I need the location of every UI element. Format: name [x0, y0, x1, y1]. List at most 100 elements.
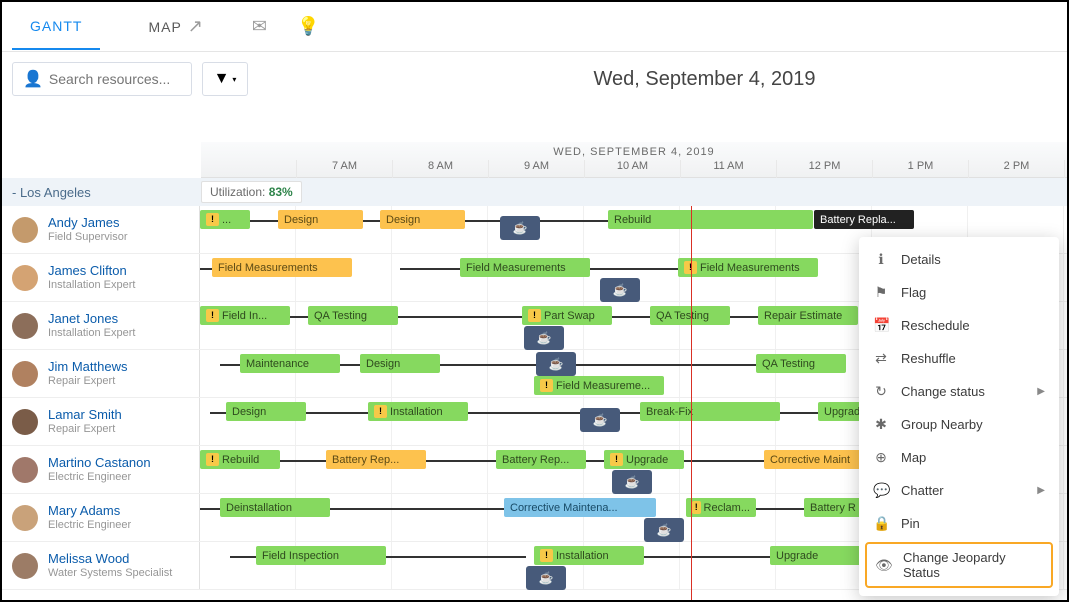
coffee-icon: ☕	[537, 331, 552, 345]
ctx-item-change-status[interactable]: ↻ Change status ▶	[859, 375, 1059, 408]
ctx-item-flag[interactable]: ⚑ Flag	[859, 276, 1059, 309]
search-input[interactable]	[49, 71, 181, 87]
territory-row[interactable]: - Los Angeles Utilization: 83%	[2, 178, 1067, 206]
appointment[interactable]: !Upgrade	[604, 450, 684, 469]
ctx-item-change-jeopardy-status[interactable]: 👁 Change Jeopardy Status	[865, 542, 1053, 588]
appointment[interactable]: Field Inspection	[256, 546, 386, 565]
resource-info[interactable]: Mary Adams Electric Engineer	[2, 494, 200, 541]
resource-name: Martino Castanon	[48, 456, 151, 471]
avatar	[12, 409, 38, 435]
appointment[interactable]: !Field Measurements	[678, 258, 818, 277]
coffee-icon: ☕	[539, 571, 554, 585]
warning-icon: !	[528, 309, 541, 322]
resource-role: Water Systems Specialist	[48, 567, 172, 580]
tab-gantt[interactable]: GANTT	[12, 4, 100, 50]
coffee-icon: ☕	[593, 413, 608, 427]
appointment[interactable]: Battery Rep...	[496, 450, 586, 469]
grid-line	[1064, 398, 1067, 445]
appointment[interactable]: !Field In...	[200, 306, 290, 325]
appointment[interactable]: !...	[200, 210, 250, 229]
resource-info[interactable]: Melissa Wood Water Systems Specialist	[2, 542, 200, 589]
appointment[interactable]: Field Measurements	[212, 258, 352, 277]
travel-line	[340, 364, 360, 366]
break-block[interactable]: ☕	[612, 470, 652, 494]
ctx-item-pin[interactable]: 🔒 Pin	[859, 507, 1059, 540]
resource-text: Andy James Field Supervisor	[48, 216, 127, 244]
appointment-label: Field Inspection	[262, 550, 339, 562]
hour-cell: 3 PM	[1065, 160, 1067, 178]
appointment[interactable]: QA Testing	[308, 306, 398, 325]
ctx-label: Group Nearby	[901, 417, 983, 432]
appointment[interactable]: Rebuild	[608, 210, 813, 229]
appointment[interactable]: !Part Swap	[522, 306, 612, 325]
grid-line	[488, 398, 584, 445]
break-block[interactable]: ☕	[500, 216, 540, 240]
appointment[interactable]: Deinstallation	[220, 498, 330, 517]
appointment[interactable]: Maintenance	[240, 354, 340, 373]
appointment[interactable]: Battery Repla...	[814, 210, 914, 229]
tab-map[interactable]: MAP ↗	[130, 2, 221, 51]
resource-info[interactable]: Jim Matthews Repair Expert	[2, 350, 200, 397]
ctx-label: Reshuffle	[901, 351, 956, 366]
break-block[interactable]: ☕	[580, 408, 620, 432]
chevron-right-icon: ▶	[1037, 386, 1045, 397]
appointment[interactable]: Battery Rep...	[326, 450, 426, 469]
lightbulb-icon[interactable]: 💡	[297, 16, 319, 37]
appointment[interactable]: Battery R	[804, 498, 866, 517]
appointment-label: Reclam...	[704, 502, 750, 514]
appointment[interactable]: Design	[226, 402, 306, 421]
appointment[interactable]: Upgrade	[770, 546, 864, 565]
hour-cell: 9 AM	[489, 160, 585, 178]
search-box[interactable]: 👤	[12, 62, 192, 96]
ctx-icon: 👁	[875, 557, 891, 574]
appointment[interactable]: Design	[380, 210, 465, 229]
appointment[interactable]: Corrective Maint	[764, 450, 864, 469]
break-block[interactable]: ☕	[536, 352, 576, 376]
context-menu: ℹ Details ⚑ Flag 📅 Reschedule ⇄ Reshuffl…	[859, 237, 1059, 596]
appointment[interactable]: Break-Fix	[640, 402, 780, 421]
now-line	[691, 206, 692, 600]
ctx-item-details[interactable]: ℹ Details	[859, 243, 1059, 276]
resource-info[interactable]: Janet Jones Installation Expert	[2, 302, 200, 349]
appointment[interactable]: !Reclam...	[686, 498, 756, 517]
resource-role: Electric Engineer	[48, 519, 131, 532]
break-block[interactable]: ☕	[526, 566, 566, 590]
appointment[interactable]: Repair Estimate	[758, 306, 858, 325]
appointment-label: Design	[366, 358, 400, 370]
appointment-label: Field Measureme...	[556, 380, 650, 392]
break-block[interactable]: ☕	[644, 518, 684, 542]
grid-line	[1064, 254, 1067, 301]
ctx-label: Chatter	[901, 483, 944, 498]
appointment[interactable]: QA Testing	[756, 354, 846, 373]
mail-icon[interactable]: ✉	[252, 16, 267, 37]
appointment[interactable]: !Installation	[534, 546, 644, 565]
break-block[interactable]: ☕	[600, 278, 640, 302]
ctx-icon: ℹ	[873, 251, 889, 268]
ctx-icon: ⚑	[873, 284, 889, 301]
resource-info[interactable]: Martino Castanon Electric Engineer	[2, 446, 200, 493]
ctx-item-reshuffle[interactable]: ⇄ Reshuffle	[859, 342, 1059, 375]
resource-info[interactable]: James Clifton Installation Expert	[2, 254, 200, 301]
resource-info[interactable]: Andy James Field Supervisor	[2, 206, 200, 253]
appointment[interactable]: Design	[278, 210, 363, 229]
appointment[interactable]: !Installation	[368, 402, 468, 421]
appointment[interactable]: Field Measurements	[460, 258, 590, 277]
time-header: WED, SEPTEMBER 4, 2019 7 AM8 AM9 AM10 AM…	[201, 142, 1067, 178]
resource-name: Melissa Wood	[48, 552, 172, 567]
resource-info[interactable]: Lamar Smith Repair Expert	[2, 398, 200, 445]
appointment-label: Installation	[556, 550, 609, 562]
travel-line	[440, 364, 536, 366]
ctx-icon: 💬	[873, 482, 889, 499]
break-block[interactable]: ☕	[524, 326, 564, 350]
appointment[interactable]: !Field Measureme...	[534, 376, 664, 395]
appointment[interactable]: !Rebuild	[200, 450, 280, 469]
appointment[interactable]: Design	[360, 354, 440, 373]
grid-line	[1064, 302, 1067, 349]
ctx-label: Flag	[901, 285, 926, 300]
ctx-item-group-nearby[interactable]: ✱ Group Nearby	[859, 408, 1059, 441]
ctx-item-map[interactable]: ⊕ Map	[859, 441, 1059, 474]
ctx-item-chatter[interactable]: 💬 Chatter ▶	[859, 474, 1059, 507]
ctx-item-reschedule[interactable]: 📅 Reschedule	[859, 309, 1059, 342]
appointment[interactable]: Corrective Maintena...	[504, 498, 656, 517]
filter-button[interactable]: ▼ ▾	[202, 62, 248, 96]
